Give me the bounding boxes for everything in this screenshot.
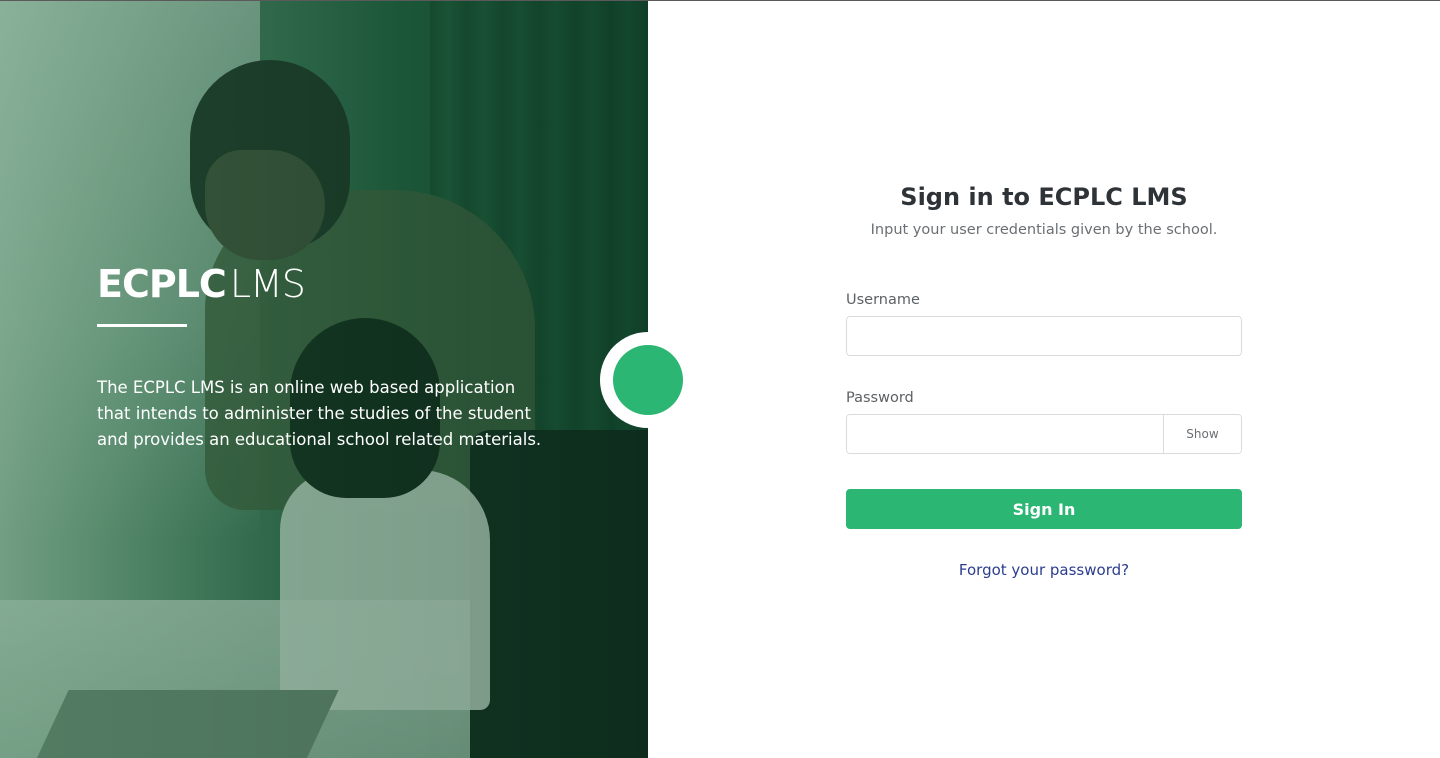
password-label: Password: [846, 390, 914, 406]
top-border: [0, 0, 1440, 1]
password-group: Show: [846, 414, 1242, 454]
username-input[interactable]: [846, 316, 1242, 356]
password-input[interactable]: [847, 415, 1163, 453]
username-label: Username: [846, 292, 920, 308]
signin-form: Sign in to ECPLC LMS Input your user cre…: [846, 180, 1242, 579]
brand-name-bold: ECPLC: [97, 262, 227, 306]
hero-content: ECPLC LMS The ECPLC LMS is an online web …: [97, 262, 557, 453]
hero-description: The ECPLC LMS is an online web based app…: [97, 378, 542, 449]
page-title: Sign in to ECPLC LMS: [900, 183, 1188, 211]
brand-logo: ECPLC LMS: [97, 262, 557, 306]
show-password-button[interactable]: Show: [1163, 415, 1241, 453]
sign-in-button[interactable]: Sign In: [846, 489, 1242, 529]
accent-circle-dot: [613, 345, 683, 415]
forgot-password-link[interactable]: Forgot your password?: [846, 561, 1242, 579]
brand-name-light: LMS: [229, 262, 306, 306]
brand-underline: [97, 324, 187, 327]
hero-panel: ECPLC LMS The ECPLC LMS is an online web …: [0, 0, 648, 758]
page-subtitle: Input your user credentials given by the…: [870, 222, 1218, 238]
